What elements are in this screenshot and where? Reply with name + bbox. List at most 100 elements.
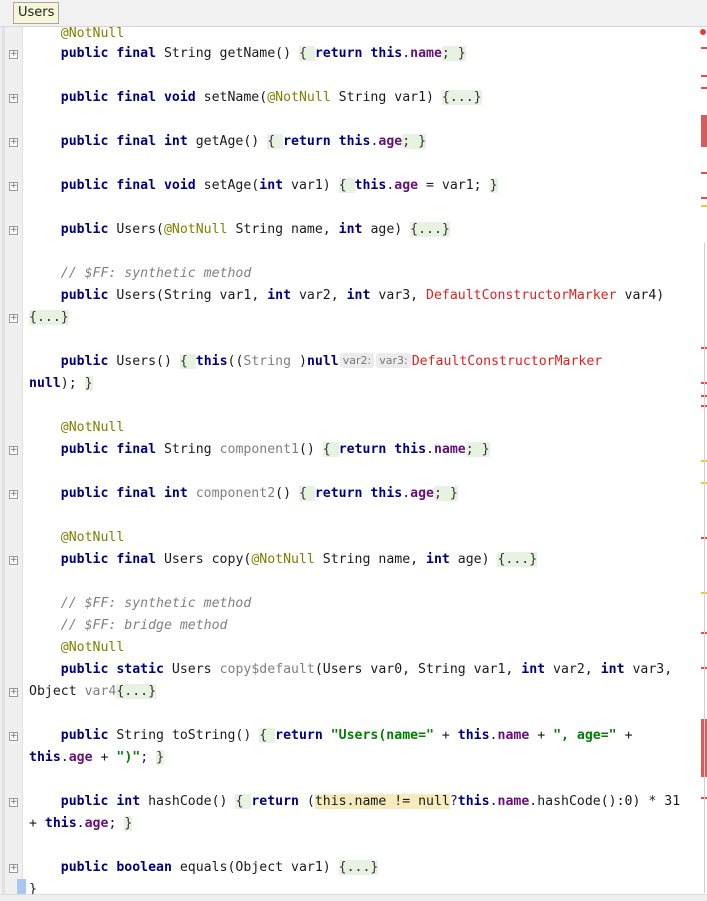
code-line[interactable]: // $FF: synthetic method: [29, 264, 252, 284]
code-line[interactable]: public boolean equals(Object var1) {...}: [29, 858, 379, 878]
code-line[interactable]: this.age + ")"; }: [29, 748, 165, 768]
folded-block[interactable]: }: [124, 816, 133, 831]
code-token: age: [84, 816, 109, 831]
folded-block[interactable]: {: [259, 728, 276, 743]
error-marker[interactable]: [701, 115, 707, 147]
code-token: age: [410, 486, 434, 501]
error-marker[interactable]: [701, 75, 707, 77]
error-marker[interactable]: [701, 172, 707, 174]
warning-marker[interactable]: [701, 205, 707, 207]
code-token: public: [29, 222, 117, 237]
code-line[interactable]: public String toString() { return "Users…: [29, 726, 633, 746]
folded-block[interactable]: {: [179, 354, 196, 369]
code-line[interactable]: {...}: [29, 308, 69, 328]
code-token: // $FF: synthetic method: [29, 596, 252, 611]
code-token: name: [410, 46, 442, 61]
fold-expand-icon[interactable]: +: [9, 226, 18, 235]
code-line[interactable]: public final String component1() { retur…: [29, 440, 490, 460]
code-token: // $FF: bridge method: [29, 618, 228, 633]
folded-block[interactable]: {...}: [441, 90, 482, 105]
code-line[interactable]: public int hashCode() { return (this.nam…: [29, 792, 680, 812]
fold-expand-icon[interactable]: +: [9, 732, 18, 741]
code-token: public: [29, 354, 117, 369]
folded-block[interactable]: {: [298, 486, 315, 501]
folded-block[interactable]: {...}: [116, 684, 157, 699]
code-token: String: [163, 442, 220, 457]
folded-block[interactable]: ; }: [465, 442, 490, 457]
error-marker[interactable]: [701, 87, 707, 89]
code-line[interactable]: Object var4{...}: [29, 682, 157, 702]
code-token: .: [426, 442, 434, 457]
fold-expand-icon[interactable]: +: [9, 556, 18, 565]
code-line[interactable]: null); }: [29, 374, 93, 394]
fold-expand-icon[interactable]: +: [9, 182, 18, 191]
code-token: this: [457, 794, 490, 809]
code-line[interactable]: public final int getAge() { return this.…: [29, 132, 427, 152]
error-marker[interactable]: [701, 197, 707, 199]
folded-block[interactable]: }: [84, 376, 93, 391]
code-line[interactable]: // $FF: synthetic method: [29, 594, 252, 614]
code-token: return this: [314, 46, 403, 61]
folded-block[interactable]: ; }: [402, 134, 427, 149]
code-token: +: [29, 816, 45, 831]
code-line[interactable]: @NotNull: [29, 528, 125, 548]
editor-tab-bar: Users: [0, 0, 707, 27]
error-status-icon[interactable]: [700, 29, 706, 35]
code-line[interactable]: public final void setAge(int var1) { thi…: [29, 176, 498, 196]
code-token: int: [338, 222, 371, 237]
code-editor[interactable]: + + + + + + + + + + + + + @NotNull public final Stri…: [0, 24, 707, 901]
code-line[interactable]: public final Users copy(@NotNull String …: [29, 550, 538, 570]
code-line[interactable]: public Users(String var1, int var2, int …: [29, 286, 664, 306]
code-token: DefaultConstructorMarker: [426, 288, 625, 303]
fold-expand-icon[interactable]: +: [9, 446, 18, 455]
fold-expand-icon[interactable]: +: [9, 688, 18, 697]
tab-users[interactable]: Users: [13, 2, 60, 24]
code-token: .: [402, 486, 411, 501]
fold-expand-icon[interactable]: +: [9, 490, 18, 499]
code-line[interactable]: // $FF: bridge method: [29, 616, 228, 636]
folded-block[interactable]: }: [156, 750, 165, 765]
fold-expand-icon[interactable]: +: [9, 138, 18, 147]
folded-block[interactable]: ; }: [441, 46, 466, 61]
code-token: .: [489, 794, 498, 809]
fold-expand-icon[interactable]: +: [9, 94, 18, 103]
folded-block[interactable]: ; }: [433, 486, 458, 501]
code-token: this: [44, 816, 77, 831]
code-line[interactable]: public static Users copy$default(Users v…: [29, 660, 672, 680]
code-token: this: [29, 750, 61, 765]
folded-block[interactable]: {...}: [338, 860, 379, 875]
code-token: DefaultConstructorMarker: [411, 354, 603, 369]
code-line[interactable]: public final void setName(@NotNull Strin…: [29, 88, 482, 108]
scroll-edge: [704, 243, 705, 893]
folded-block[interactable]: {...}: [29, 310, 69, 325]
folded-block[interactable]: {: [322, 442, 339, 457]
code-token: public final int: [29, 134, 196, 149]
code-line[interactable]: public Users(@NotNull String name, int a…: [29, 220, 450, 240]
code-line[interactable]: @NotNull: [29, 638, 125, 658]
folded-block[interactable]: {: [298, 46, 315, 61]
error-stripe[interactable]: [698, 27, 707, 900]
folded-block[interactable]: }: [489, 178, 498, 193]
code-line[interactable]: public final int component2() { return t…: [29, 484, 458, 504]
code-line[interactable]: @NotNull: [29, 24, 125, 44]
code-token: @NotNull: [267, 90, 339, 105]
error-marker[interactable]: [701, 47, 707, 49]
code-token: String: [243, 354, 292, 369]
code-token: (): [298, 442, 323, 457]
code-token: .: [489, 728, 498, 743]
fold-expand-icon[interactable]: +: [9, 50, 18, 59]
code-line[interactable]: + this.age; }: [29, 814, 133, 834]
folded-block[interactable]: {: [235, 794, 252, 809]
code-line[interactable]: @NotNull: [29, 418, 125, 438]
code-line[interactable]: public Users() { this((String )null var2:…: [29, 352, 602, 372]
folded-block[interactable]: {...}: [410, 222, 450, 237]
folded-block[interactable]: {...}: [497, 552, 538, 567]
code-line[interactable]: public final String getName() { return t…: [29, 44, 466, 64]
parameter-hint: var2:: [339, 353, 375, 368]
folded-block[interactable]: {: [338, 178, 355, 193]
fold-expand-icon[interactable]: +: [9, 314, 18, 323]
folded-block[interactable]: {: [267, 134, 284, 149]
fold-expand-icon[interactable]: +: [9, 864, 18, 873]
fold-expand-icon[interactable]: +: [9, 798, 18, 807]
code-area[interactable]: @NotNull public final String getName() {…: [29, 24, 699, 900]
